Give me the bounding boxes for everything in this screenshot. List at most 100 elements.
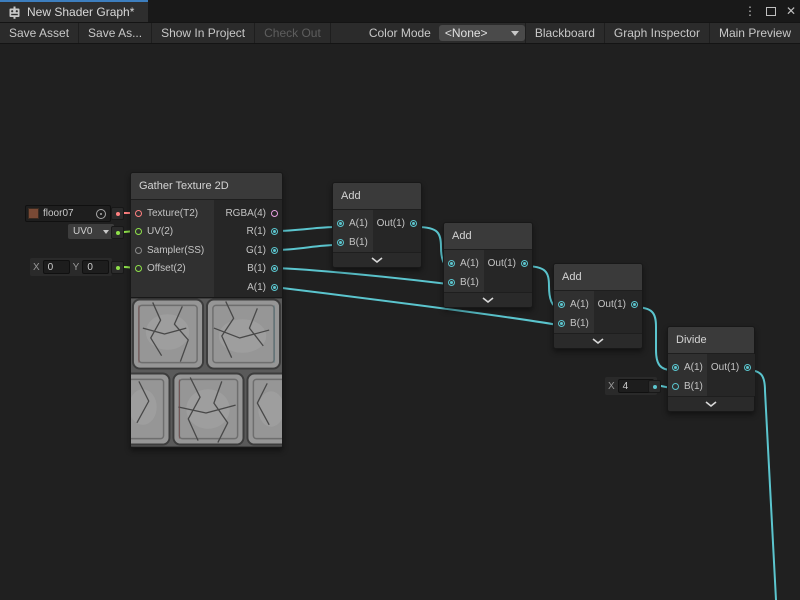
x-label: X: [608, 381, 615, 392]
texture-asset-name: floor07: [43, 208, 92, 219]
port-label: A(1): [570, 299, 589, 310]
port-label: G(1): [246, 245, 266, 256]
port-a-input[interactable]: [337, 220, 344, 227]
chevron-down-icon: [482, 297, 494, 303]
dropdown-arrow-icon: [511, 31, 519, 36]
port-a-input[interactable]: [558, 301, 565, 308]
expand-preview-chevron[interactable]: [444, 292, 532, 307]
texture-default-port: [111, 207, 124, 220]
port-label: B(1): [684, 381, 703, 392]
node-title: Add: [333, 183, 421, 210]
node-title: Add: [444, 223, 532, 250]
port-a-input[interactable]: [672, 364, 679, 371]
port-uv-input[interactable]: [135, 228, 142, 235]
port-rgba-output[interactable]: [271, 210, 278, 217]
port-out-output[interactable]: [521, 260, 528, 267]
shader-graph-window: New Shader Graph* ⋮ ✕ Save Asset Save As…: [0, 0, 800, 600]
node-title: Gather Texture 2D: [131, 173, 282, 200]
port-label: A(1): [460, 258, 479, 269]
port-r-output[interactable]: [271, 228, 278, 235]
offset-vector2-field: X 0 Y 0: [30, 258, 112, 276]
node-add-3[interactable]: Add A(1) B(1) Out(1): [553, 263, 643, 349]
offset-default-port: [111, 261, 124, 274]
show-in-project-button[interactable]: Show In Project: [152, 23, 255, 43]
tab-title: New Shader Graph*: [27, 5, 134, 19]
color-mode-value: <None>: [445, 26, 488, 40]
save-as-button[interactable]: Save As...: [79, 23, 152, 43]
port-label: Sampler(SS): [147, 245, 204, 256]
port-g-output[interactable]: [271, 247, 278, 254]
color-mode-dropdown[interactable]: <None>: [439, 25, 525, 41]
maximize-icon[interactable]: [766, 7, 776, 16]
x-label: X: [33, 262, 40, 273]
expand-preview-chevron[interactable]: [668, 396, 754, 411]
port-b-input[interactable]: [558, 320, 565, 327]
graph-inspector-toggle-button[interactable]: Graph Inspector: [604, 23, 709, 43]
port-out-output[interactable]: [410, 220, 417, 227]
port-out-output[interactable]: [631, 301, 638, 308]
port-texture-input[interactable]: [135, 210, 142, 217]
node-divide[interactable]: Divide A(1) B(1) Out(1): [667, 326, 755, 412]
chevron-down-icon: [705, 401, 717, 407]
port-b-input[interactable]: [672, 383, 679, 390]
wire-b-to-add2-b[interactable]: [274, 268, 448, 284]
wire-r-to-add1-a[interactable]: [274, 227, 337, 231]
divide-b-default-port: [648, 380, 661, 393]
port-b-input[interactable]: [337, 239, 344, 246]
port-label: Offset(2): [147, 263, 186, 274]
chevron-down-icon: [371, 257, 383, 263]
port-label: A(1): [684, 362, 703, 373]
tab-new-shader-graph[interactable]: New Shader Graph*: [0, 0, 148, 22]
port-label: RGBA(4): [225, 208, 266, 219]
port-out-output[interactable]: [744, 364, 751, 371]
texture-preview-image: [131, 297, 282, 447]
texture-asset-field[interactable]: floor07: [25, 205, 111, 222]
port-label: A(1): [349, 218, 368, 229]
node-gather-texture-2d[interactable]: Gather Texture 2D Texture(T2) UV(2) Samp…: [130, 172, 283, 448]
node-title: Add: [554, 264, 642, 291]
port-label: UV(2): [147, 226, 173, 237]
uv-channel-value: UV0: [73, 226, 92, 237]
port-a-input[interactable]: [448, 260, 455, 267]
y-label: Y: [73, 262, 80, 273]
node-title: Divide: [668, 327, 754, 354]
port-label: B(1): [349, 237, 368, 248]
expand-preview-chevron[interactable]: [333, 252, 421, 267]
main-preview-toggle-button[interactable]: Main Preview: [709, 23, 800, 43]
window-menu-icon[interactable]: ⋮: [744, 4, 756, 18]
object-picker-icon[interactable]: [96, 209, 106, 219]
check-out-button: Check Out: [255, 23, 331, 43]
port-label: B(1): [570, 318, 589, 329]
port-label: R(1): [247, 226, 266, 237]
color-mode-label: Color Mode: [361, 23, 439, 43]
node-add-1[interactable]: Add A(1) B(1) Out(1): [332, 182, 422, 268]
chevron-down-icon: [592, 338, 604, 344]
uv-default-port: [111, 226, 124, 239]
title-bar: New Shader Graph* ⋮ ✕: [0, 0, 800, 22]
port-offset-input[interactable]: [135, 265, 142, 272]
blackboard-toggle-button[interactable]: Blackboard: [525, 23, 604, 43]
dropdown-arrow-icon: [103, 230, 109, 234]
save-asset-button[interactable]: Save Asset: [0, 23, 79, 43]
port-label: Out(1): [711, 362, 739, 373]
wire-g-to-add1-b[interactable]: [274, 245, 337, 250]
port-a-output[interactable]: [271, 284, 278, 291]
port-label: Texture(T2): [147, 208, 198, 219]
uv-channel-dropdown[interactable]: UV0: [68, 224, 114, 239]
port-label: Out(1): [598, 299, 626, 310]
y-value-input[interactable]: 0: [82, 260, 109, 274]
port-label: A(1): [247, 282, 266, 293]
port-label: Out(1): [377, 218, 405, 229]
x-value-input[interactable]: 0: [43, 260, 70, 274]
node-add-2[interactable]: Add A(1) B(1) Out(1): [443, 222, 533, 308]
close-icon[interactable]: ✕: [786, 4, 796, 18]
port-label: Out(1): [488, 258, 516, 269]
port-sampler-input[interactable]: [135, 247, 142, 254]
port-label: B(1): [247, 263, 266, 274]
texture-thumbnail: [28, 208, 39, 219]
graph-toolbar: Save Asset Save As... Show In Project Ch…: [0, 22, 800, 44]
port-b-output[interactable]: [271, 265, 278, 272]
shader-graph-asset-icon: [8, 6, 21, 19]
expand-preview-chevron[interactable]: [554, 333, 642, 348]
port-b-input[interactable]: [448, 279, 455, 286]
